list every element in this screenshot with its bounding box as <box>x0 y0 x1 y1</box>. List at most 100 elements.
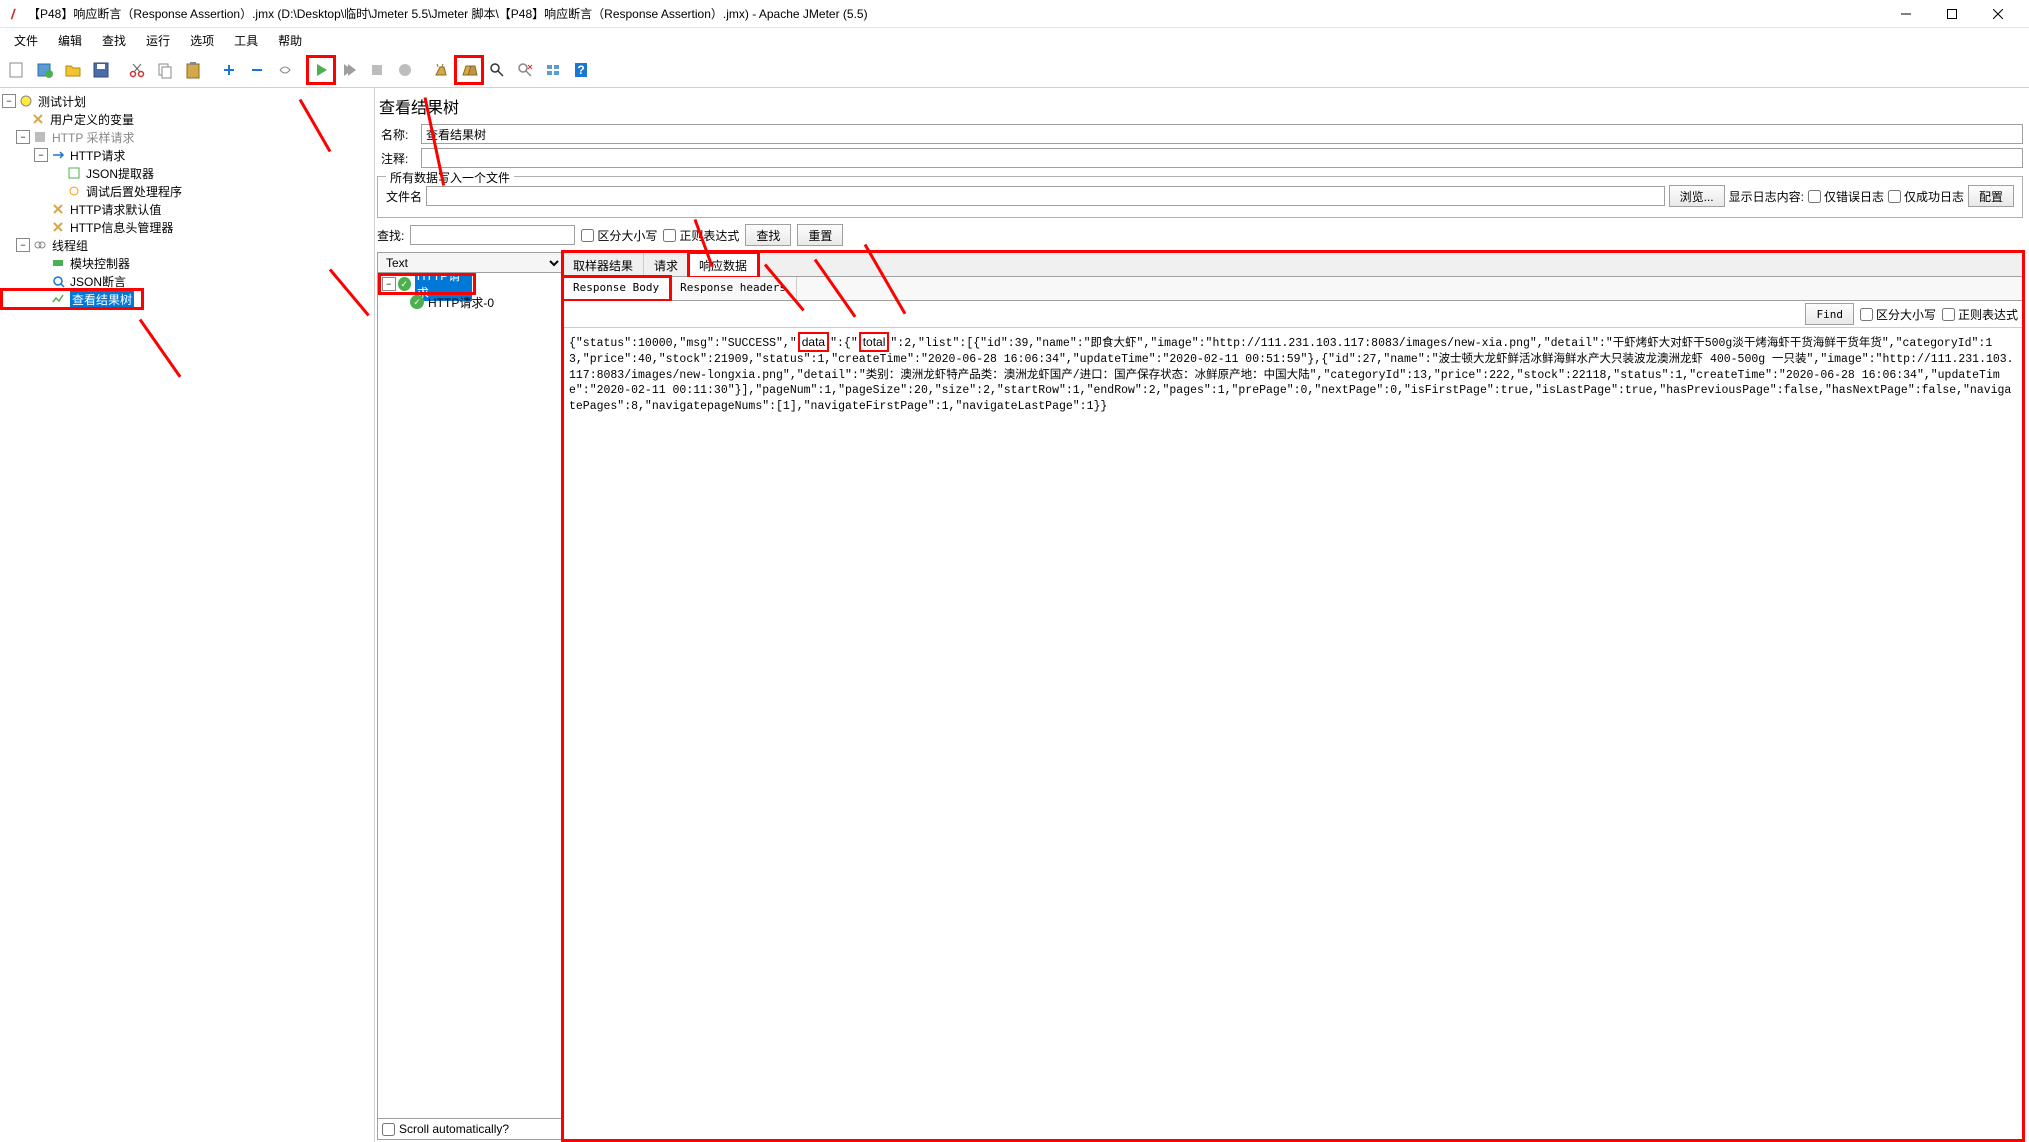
tree-node-module-controller[interactable]: 模块控制器 <box>2 254 372 272</box>
expand-icon[interactable] <box>216 57 242 83</box>
sampler-icon <box>50 147 66 163</box>
body-regex-checkbox[interactable]: 正则表达式 <box>1942 306 2018 323</box>
menu-run[interactable]: 运行 <box>136 30 180 51</box>
collapse-icon[interactable]: − <box>16 130 30 144</box>
copy-icon[interactable] <box>152 57 178 83</box>
menu-options[interactable]: 选项 <box>180 30 224 51</box>
tree-node-json-assertion[interactable]: JSON断言 <box>2 272 372 290</box>
results-panel: 查看结果树 名称: 注释: 所有数据写入一个文件 文件名 浏览... 显示日志内… <box>375 88 2029 1142</box>
extractor-icon <box>66 165 82 181</box>
case-sensitive-checkbox[interactable]: 区分大小写 <box>581 227 657 244</box>
tree-node-http-request[interactable]: − HTTP请求 <box>2 146 372 164</box>
search-icon[interactable] <box>484 57 510 83</box>
success-icon: ✓ <box>410 295 424 309</box>
tree-node-header-manager[interactable]: HTTP信息头管理器 <box>2 218 372 236</box>
file-group-legend: 所有数据写入一个文件 <box>386 169 514 186</box>
menu-search[interactable]: 查找 <box>92 30 136 51</box>
config-button[interactable]: 配置 <box>1968 185 2014 207</box>
results-tree[interactable]: − ✓ HTTP请求 ✓ HTTP请求-0 <box>378 273 562 1118</box>
config-icon <box>30 111 46 127</box>
postprocessor-icon <box>66 183 82 199</box>
menu-tools[interactable]: 工具 <box>224 30 268 51</box>
tree-node-user-vars[interactable]: 用户定义的变量 <box>2 110 372 128</box>
test-plan-tree[interactable]: − 测试计划 用户定义的变量 − HTTP 采样请求 − HTTP请求 JSON… <box>0 88 375 1142</box>
collapse-icon[interactable] <box>244 57 270 83</box>
results-list-panel: Text − ✓ HTTP请求 ✓ HTTP请求-0 Scroll aut <box>377 252 563 1140</box>
function-helper-icon[interactable] <box>540 57 566 83</box>
toolbar: ? <box>0 52 2029 88</box>
main-tabs: 取样器结果 请求 响应数据 <box>563 253 2022 277</box>
toggle-icon[interactable] <box>272 57 298 83</box>
tree-root[interactable]: − 测试计划 <box>2 92 372 110</box>
maximize-button[interactable] <box>1929 0 1975 28</box>
window-controls <box>1883 0 2021 28</box>
only-errors-checkbox[interactable]: 仅错误日志 <box>1808 188 1884 205</box>
menu-file[interactable]: 文件 <box>4 30 48 51</box>
body-case-checkbox[interactable]: 区分大小写 <box>1860 306 1936 323</box>
body-find-button[interactable]: Find <box>1805 303 1854 325</box>
result-row-http-request-0[interactable]: ✓ HTTP请求-0 <box>380 293 560 311</box>
tree-node-thread-group[interactable]: − 线程组 <box>2 236 372 254</box>
file-output-group: 所有数据写入一个文件 文件名 浏览... 显示日志内容: 仅错误日志 仅成功日志… <box>377 176 2023 218</box>
tab-request[interactable]: 请求 <box>644 253 689 276</box>
menu-help[interactable]: 帮助 <box>268 30 312 51</box>
paste-icon[interactable] <box>180 57 206 83</box>
clear-icon[interactable] <box>428 57 454 83</box>
start-no-pause-icon[interactable] <box>336 57 362 83</box>
cut-icon[interactable] <box>124 57 150 83</box>
close-button[interactable] <box>1975 0 2021 28</box>
config-icon <box>50 201 66 217</box>
search-reset-icon[interactable] <box>512 57 538 83</box>
name-label: 名称: <box>377 126 417 143</box>
name-input[interactable] <box>421 124 2023 144</box>
tree-node-http-sampler-group[interactable]: − HTTP 采样请求 <box>2 128 372 146</box>
controller-icon <box>50 255 66 271</box>
tree-node-debug-post[interactable]: 调试后置处理程序 <box>2 182 372 200</box>
subtab-response-body[interactable]: Response Body <box>563 277 670 300</box>
tab-sampler-result[interactable]: 取样器结果 <box>563 253 644 276</box>
help-icon[interactable]: ? <box>568 57 594 83</box>
tree-node-http-defaults[interactable]: HTTP请求默认值 <box>2 200 372 218</box>
config-icon <box>50 219 66 235</box>
tab-response-data[interactable]: 响应数据 <box>689 253 758 277</box>
testplan-icon <box>18 93 34 109</box>
stop-icon[interactable] <box>364 57 390 83</box>
minimize-button[interactable] <box>1883 0 1929 28</box>
renderer-select[interactable]: Text <box>378 253 562 273</box>
find-button[interactable]: 查找 <box>745 224 791 246</box>
tree-node-json-extractor[interactable]: JSON提取器 <box>2 164 372 182</box>
collapse-icon[interactable]: − <box>16 238 30 252</box>
collapse-icon[interactable]: − <box>34 148 48 162</box>
tree-node-view-results-tree[interactable]: 查看结果树 <box>2 290 142 308</box>
menu-bar: 文件 编辑 查找 运行 选项 工具 帮助 <box>0 28 2029 52</box>
browse-button[interactable]: 浏览... <box>1669 185 1725 207</box>
filename-input[interactable] <box>426 186 1665 206</box>
shutdown-icon[interactable] <box>392 57 418 83</box>
save-icon[interactable] <box>88 57 114 83</box>
scroll-auto-checkbox[interactable]: Scroll automatically? <box>378 1118 562 1139</box>
assertion-icon <box>50 273 66 289</box>
search-input[interactable] <box>410 225 575 245</box>
subtab-response-headers[interactable]: Response headers <box>670 277 797 300</box>
new-icon[interactable] <box>4 57 30 83</box>
menu-edit[interactable]: 编辑 <box>48 30 92 51</box>
response-body-text[interactable]: {"status":10000,"msg":"SUCCESS","data":{… <box>563 328 2022 1139</box>
listener-icon <box>50 291 66 307</box>
only-success-checkbox[interactable]: 仅成功日志 <box>1888 188 1964 205</box>
clear-all-icon[interactable] <box>456 57 482 83</box>
comment-label: 注释: <box>377 150 417 167</box>
highlight-total: total <box>859 332 890 352</box>
reset-button[interactable]: 重置 <box>797 224 843 246</box>
start-icon[interactable] <box>308 57 334 83</box>
templates-icon[interactable] <box>32 57 58 83</box>
regex-checkbox[interactable]: 正则表达式 <box>663 227 739 244</box>
filename-label: 文件名 <box>386 188 422 205</box>
success-icon: ✓ <box>398 277 411 291</box>
comment-input[interactable] <box>421 148 2023 168</box>
collapse-icon[interactable]: − <box>382 277 396 291</box>
open-icon[interactable] <box>60 57 86 83</box>
result-row-http-request[interactable]: − ✓ HTTP请求 <box>380 275 474 293</box>
app-icon <box>8 7 22 21</box>
highlight-data: data <box>798 332 829 352</box>
collapse-icon[interactable]: − <box>2 94 16 108</box>
